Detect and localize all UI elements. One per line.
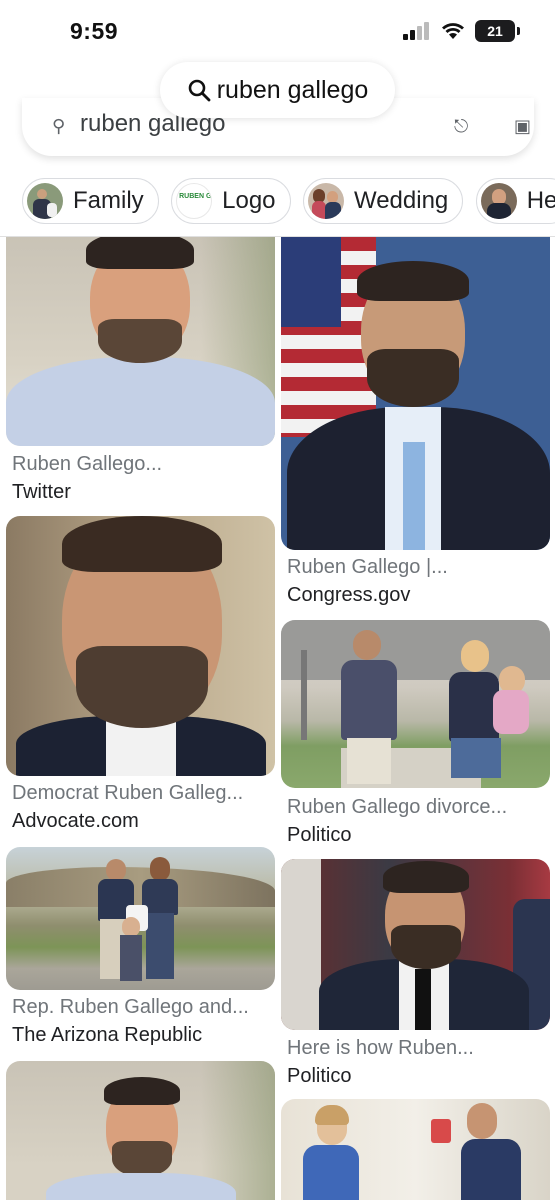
result-title[interactable]: Here is how Ruben... bbox=[287, 1037, 474, 1060]
result-image[interactable] bbox=[281, 237, 550, 550]
lens-icon[interactable]: ▣ bbox=[514, 116, 531, 137]
status-icons: 21 bbox=[403, 20, 520, 42]
result-source[interactable]: The Arizona Republic bbox=[12, 1024, 202, 1047]
result-image[interactable] bbox=[6, 1061, 275, 1200]
result-title[interactable]: Democrat Ruben Galleg... bbox=[12, 782, 243, 805]
result-image[interactable] bbox=[281, 859, 550, 1030]
status-time: 9:59 bbox=[70, 18, 119, 44]
result-source[interactable]: Politico bbox=[287, 824, 351, 847]
chip-label: He bbox=[526, 187, 555, 214]
search-icon bbox=[188, 79, 211, 102]
chip-logo[interactable]: RUBEN GALLEGO Logo bbox=[171, 178, 291, 224]
refinement-chips: Family RUBEN GALLEGO Logo Wedding He bbox=[22, 178, 555, 226]
chip-family[interactable]: Family bbox=[22, 178, 159, 224]
result-image[interactable] bbox=[281, 1099, 550, 1200]
result-source[interactable]: Twitter bbox=[12, 481, 71, 504]
chip-label: Logo bbox=[222, 187, 276, 214]
chip-label: Wedding bbox=[353, 187, 449, 214]
result-title[interactable]: Rep. Ruben Gallego and... bbox=[12, 996, 249, 1019]
chip-he[interactable]: He bbox=[475, 178, 555, 224]
result-image[interactable] bbox=[6, 847, 275, 990]
result-card[interactable] bbox=[6, 1061, 275, 1200]
result-title[interactable]: Ruben Gallego |... bbox=[287, 556, 448, 579]
result-source[interactable]: Politico bbox=[287, 1065, 351, 1088]
result-image[interactable] bbox=[6, 237, 275, 446]
wifi-icon bbox=[442, 23, 464, 39]
chip-label: Family bbox=[73, 187, 144, 214]
result-card[interactable]: Rep. Ruben Gallego and... The Arizona Re… bbox=[6, 847, 275, 1047]
logo-thumb-text: RUBEN GALLEGO bbox=[179, 193, 212, 200]
result-card[interactable]: Democrat Ruben Galleg... Advocate.com bbox=[6, 516, 275, 836]
result-card[interactable] bbox=[281, 1099, 550, 1200]
search-icon: ⚲ bbox=[52, 116, 66, 136]
result-card[interactable]: Here is how Ruben... Politico bbox=[281, 859, 550, 1089]
image-results-grid: Ruben Gallego... Twitter Ruben Gallego |… bbox=[0, 237, 555, 1200]
status-bar: 9:59 21 bbox=[0, 0, 555, 62]
result-source[interactable]: Congress.gov bbox=[287, 584, 410, 607]
result-title[interactable]: Ruben Gallego divorce... bbox=[287, 796, 507, 819]
portrait-thumb bbox=[480, 183, 517, 219]
result-image[interactable] bbox=[281, 620, 550, 788]
wedding-photo-thumb bbox=[307, 183, 344, 219]
result-card[interactable]: Ruben Gallego |... Congress.gov bbox=[281, 237, 550, 609]
result-card[interactable]: Ruben Gallego divorce... Politico bbox=[281, 620, 550, 850]
result-card[interactable]: Ruben Gallego... Twitter bbox=[6, 237, 275, 507]
microphone-icon[interactable]: ⎋ bbox=[454, 116, 468, 137]
result-image[interactable] bbox=[6, 516, 275, 776]
battery-icon: 21 bbox=[475, 20, 520, 42]
result-title[interactable]: Ruben Gallego... bbox=[12, 453, 162, 476]
family-photo-thumb bbox=[27, 183, 63, 219]
chip-wedding[interactable]: Wedding bbox=[302, 178, 464, 224]
signal-icon bbox=[403, 22, 429, 40]
logo-thumb: RUBEN GALLEGO bbox=[176, 183, 213, 219]
address-text: ruben gallego bbox=[216, 75, 369, 104]
address-bar[interactable]: ruben gallego bbox=[160, 62, 395, 118]
result-source[interactable]: Advocate.com bbox=[12, 810, 139, 833]
